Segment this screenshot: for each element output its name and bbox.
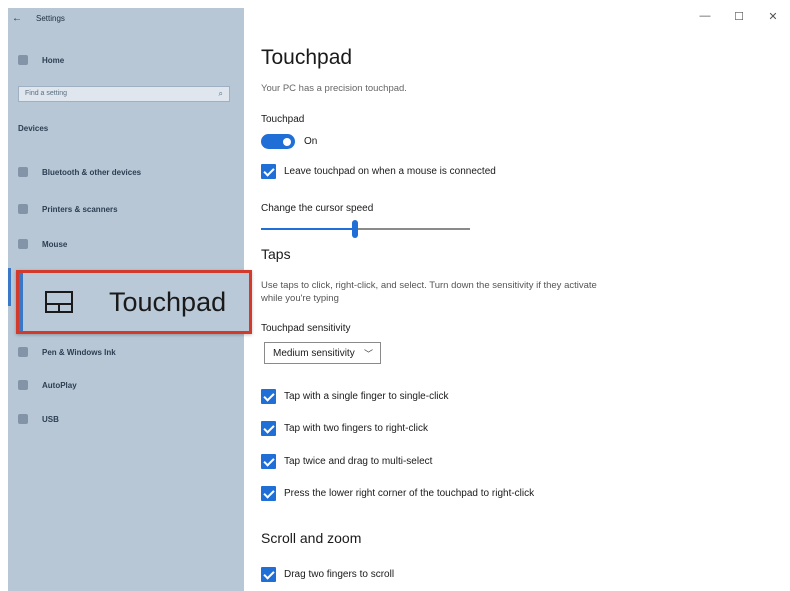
selection-indicator — [8, 268, 11, 306]
checkbox-label: Press the lower right corner of the touc… — [284, 488, 535, 499]
search-placeholder: Find a setting — [25, 90, 68, 97]
toggle-knob — [283, 137, 291, 146]
checkbox-checked-icon — [261, 567, 276, 582]
slider-thumb[interactable] — [352, 220, 358, 238]
pen-icon — [18, 347, 28, 357]
sensitivity-label: Touchpad sensitivity — [261, 323, 351, 334]
taps-description: Use taps to click, right-click, and sele… — [261, 280, 597, 304]
sidebar-item-touchpad[interactable]: Touchpad — [16, 270, 252, 334]
toggle-state: On — [304, 136, 318, 147]
checkbox-checked-icon — [261, 454, 276, 469]
checkbox-checked-icon — [261, 421, 276, 436]
title-bar: ← Settings — [8, 8, 244, 28]
sensitivity-dropdown[interactable]: Medium sensitivity ﹀ — [264, 342, 381, 364]
sidebar-item-home[interactable]: Home — [18, 55, 64, 65]
dropdown-value: Medium sensitivity — [273, 347, 355, 359]
sidebar-item-label: USB — [42, 414, 59, 424]
checkbox-label: Tap twice and drag to multi-select — [284, 456, 433, 467]
search-input[interactable]: Find a setting ⌕ — [18, 86, 230, 102]
autoplay-icon — [18, 380, 28, 390]
checkbox-checked-icon — [261, 389, 276, 404]
sidebar-section-heading: Devices — [18, 124, 49, 133]
toggle-track — [261, 134, 295, 149]
sidebar-item-autoplay[interactable]: AutoPlay — [18, 380, 77, 390]
page-title: Touchpad — [261, 46, 353, 69]
scroll-heading: Scroll and zoom — [261, 530, 362, 546]
sidebar-item-label: Pen & Windows Ink — [42, 347, 116, 357]
touchpad-icon — [43, 290, 75, 314]
sidebar-item-label: Printers & scanners — [42, 204, 118, 214]
checkbox-checked-icon — [261, 486, 276, 501]
sidebar-item-bluetooth[interactable]: Bluetooth & other devices — [18, 167, 141, 177]
sidebar-item-printers[interactable]: Printers & scanners — [18, 204, 118, 214]
slider-fill — [261, 228, 355, 230]
touchpad-label: Touchpad — [261, 114, 305, 125]
home-icon — [18, 55, 28, 65]
sidebar-item-label: Mouse — [42, 239, 68, 249]
sidebar-item-pen[interactable]: Pen & Windows Ink — [18, 347, 116, 357]
printer-icon — [18, 204, 28, 214]
checkbox-checked-icon — [261, 164, 276, 179]
settings-content: Touchpad Your PC has a precision touchpa… — [261, 0, 790, 591]
tap-twice-drag-checkbox[interactable]: Tap twice and drag to multi-select — [261, 454, 432, 469]
checkbox-label: Leave touchpad on when a mouse is connec… — [284, 166, 496, 177]
lower-right-corner-checkbox[interactable]: Press the lower right corner of the touc… — [261, 486, 534, 501]
chevron-down-icon: ﹀ — [363, 349, 373, 359]
tap-single-checkbox[interactable]: Tap with a single finger to single-click — [261, 389, 449, 404]
cursor-speed-slider[interactable] — [261, 220, 470, 238]
sidebar-item-label: Bluetooth & other devices — [42, 167, 142, 177]
cursor-speed-label: Change the cursor speed — [261, 203, 374, 214]
search-icon: ⌕ — [218, 89, 223, 98]
sidebar-item-label: AutoPlay — [42, 380, 77, 390]
tap-two-fingers-checkbox[interactable]: Tap with two fingers to right-click — [261, 421, 428, 436]
drag-two-fingers-checkbox[interactable]: Drag two fingers to scroll — [261, 567, 394, 582]
checkbox-label: Drag two fingers to scroll — [284, 569, 395, 580]
bluetooth-icon — [18, 167, 28, 177]
touchpad-toggle[interactable]: On — [261, 134, 317, 149]
mouse-icon — [18, 239, 28, 249]
usb-icon — [18, 414, 28, 424]
back-arrow-icon[interactable]: ← — [8, 13, 26, 24]
selection-indicator — [19, 273, 23, 331]
page-subtitle: Your PC has a precision touchpad. — [261, 83, 407, 94]
sidebar-item-label: Touchpad — [109, 286, 227, 317]
checkbox-label: Tap with two fingers to right-click — [284, 423, 428, 434]
checkbox-label: Tap with a single finger to single-click — [284, 391, 449, 402]
sidebar-item-mouse[interactable]: Mouse — [18, 239, 67, 249]
window-title: Settings — [36, 13, 65, 23]
sidebar-item-label: Home — [42, 55, 65, 65]
taps-heading: Taps — [261, 246, 291, 262]
sidebar-item-usb[interactable]: USB — [18, 414, 59, 424]
leave-on-checkbox[interactable]: Leave touchpad on when a mouse is connec… — [261, 164, 496, 179]
